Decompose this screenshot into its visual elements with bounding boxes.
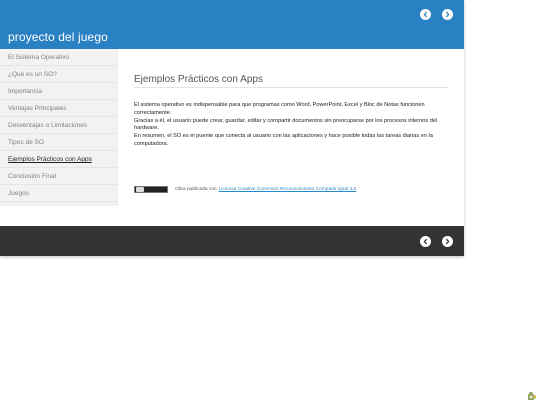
- chevron-left-icon: [423, 11, 427, 18]
- cc-logo-icon: [136, 186, 144, 192]
- paragraph: El sistema operativo es indispensable pa…: [134, 102, 425, 116]
- header: proyecto del juego: [0, 0, 464, 49]
- sidebar-item-juegos[interactable]: Juegos: [0, 185, 118, 202]
- prev-page-button[interactable]: [420, 9, 431, 20]
- license-notice: Obra publicada con Licencia Creative Com…: [134, 185, 356, 193]
- creative-commons-badge[interactable]: [134, 185, 168, 193]
- sidebar-item-el-sistema-operativo[interactable]: El Sistema Operativo: [0, 49, 118, 66]
- sidebar-item-desventajas[interactable]: Desventajas o Limitaciones: [0, 117, 118, 134]
- sidebar-item-conclusion-final[interactable]: Conclusión Final: [0, 168, 118, 185]
- page-frame: proyecto del juego El Sistema Operativo …: [0, 0, 464, 256]
- paragraph: Gracias a él, el usuario puede crear, gu…: [134, 117, 438, 132]
- sidebar-item-importancia[interactable]: Importancia: [0, 83, 118, 100]
- sidebar: El Sistema Operativo ¿Qué es un SO? Impo…: [0, 49, 118, 206]
- sidebar-nav: El Sistema Operativo ¿Qué es un SO? Impo…: [0, 49, 118, 202]
- footer-next-page-button[interactable]: [442, 236, 453, 247]
- chevron-right-icon: [446, 238, 450, 245]
- sidebar-item-que-es-un-so[interactable]: ¿Qué es un SO?: [0, 66, 118, 83]
- article-body: El sistema operativo es indispensable pa…: [134, 102, 448, 149]
- chevron-right-icon: [446, 11, 450, 18]
- license-text: Obra publicada con: [175, 186, 217, 192]
- sidebar-item-tipos-de-so[interactable]: Tipos de SO: [0, 134, 118, 151]
- page-title: Ejemplos Prácticos con Apps: [134, 73, 263, 85]
- site-title: proyecto del juego: [8, 30, 108, 44]
- main-content: Ejemplos Prácticos con Apps El sistema o…: [134, 49, 448, 206]
- sidebar-item-ejemplos-practicos[interactable]: Ejemplos Prácticos con Apps: [0, 151, 118, 168]
- chevron-left-icon: [423, 238, 427, 245]
- sidebar-item-ventajas[interactable]: Ventajas Principales: [0, 100, 118, 117]
- license-link[interactable]: Licencia Creative Commons Reconocimiento…: [219, 187, 357, 192]
- puzzle-icon[interactable]: [527, 391, 537, 401]
- footer-prev-page-button[interactable]: [420, 236, 431, 247]
- footer: [0, 226, 464, 256]
- next-page-button[interactable]: [442, 9, 453, 20]
- paragraph: En resumen, el SO es el puente que conec…: [134, 133, 433, 147]
- title-divider: [134, 87, 448, 88]
